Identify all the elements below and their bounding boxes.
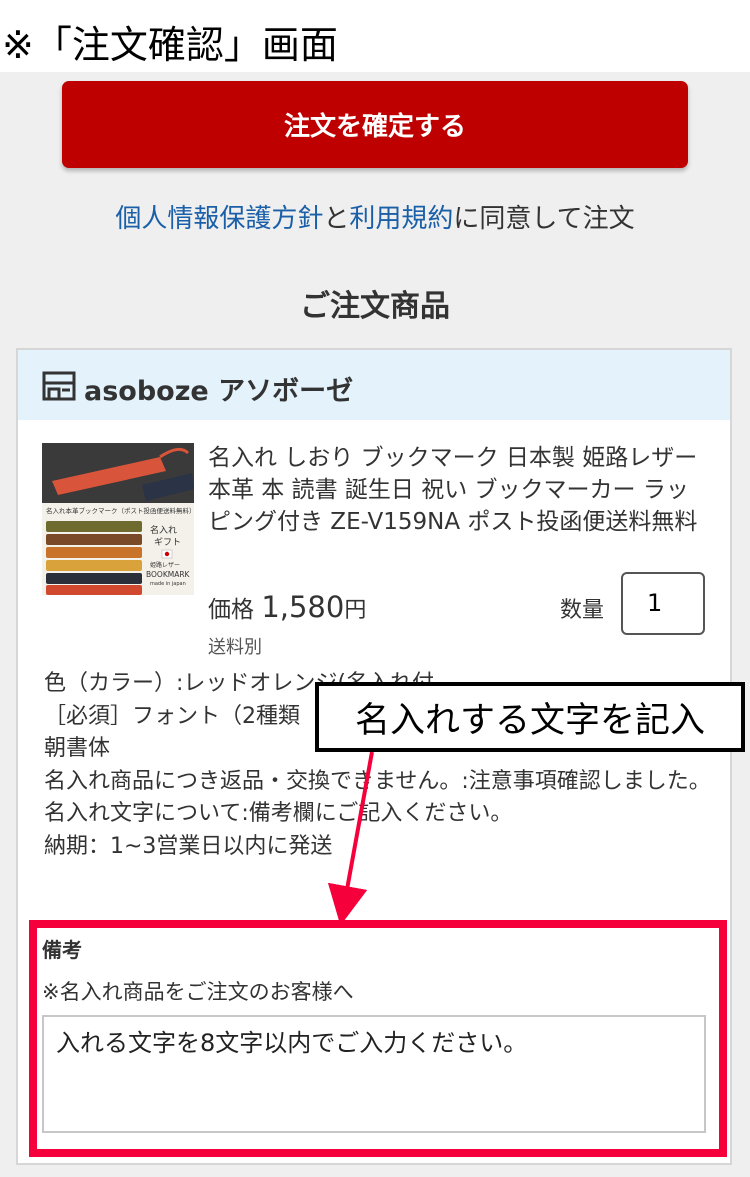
remarks-note: ※名入れ商品をご注文のお客様へ	[42, 980, 354, 1004]
option-line: 納期：1~3営業日以内に発送	[44, 833, 333, 859]
agreement-suffix: に同意して注文	[453, 204, 635, 234]
product-thumbnail[interactable]: 名入れ本革ブックマーク（ポスト投函便送料無料） 名入れ ギフト 姫路レザー BO…	[42, 443, 194, 595]
thumbnail-made-in: made in japan	[150, 581, 186, 587]
option-line: 名入れ商品につき返品・交換できません。:注意事項確認しました。	[44, 768, 711, 794]
annotation-callout: 名入れする文字を記入	[315, 682, 745, 752]
thumbnail-label-2: ギフト	[154, 537, 181, 548]
shop-header: asoboze アソボーゼ	[18, 350, 730, 420]
price-label: 価格	[208, 597, 254, 623]
remarks-textarea[interactable]: 入れる文字を8文字以内でご入力ください。	[42, 1015, 706, 1133]
remarks-title: 備考	[42, 938, 82, 962]
agreement-line: 個人情報保護方針と利用規約に同意して注文	[0, 198, 750, 235]
agreement-conjunction: と	[323, 204, 350, 234]
thumbnail-brand: BOOKMARK	[146, 570, 191, 579]
remarks-section: 備考 ※名入れ商品をご注文のお客様へ 入れる文字を8文字以内でご入力ください。	[30, 920, 716, 1152]
price-currency: 円	[344, 598, 367, 623]
thumbnail-banner-text: 名入れ本革ブックマーク（ポスト投函便送料無料）	[46, 506, 194, 515]
quantity-input[interactable]: 1	[621, 572, 705, 635]
product-name[interactable]: 名入れ しおり ブックマーク 日本製 姫路レザー 本革 本 読書 誕生日 祝い …	[208, 442, 708, 538]
price-amount: 1,580	[261, 590, 345, 624]
price: 価格 1,580円	[208, 590, 366, 624]
page-title: ※「注文確認」画面	[2, 23, 338, 67]
confirm-order-button[interactable]: 注文を確定する	[62, 81, 688, 168]
thumbnail-label-1: 名入れ	[150, 524, 177, 536]
quantity-label: 数量	[560, 598, 605, 623]
thumbnail-label-3: 姫路レザー	[150, 561, 180, 569]
page-header: ※「注文確認」画面	[0, 0, 750, 72]
privacy-policy-link[interactable]: 個人情報保護方針	[115, 204, 323, 234]
shop-name[interactable]: asoboze アソボーゼ	[84, 369, 353, 408]
store-icon	[42, 371, 76, 401]
terms-link[interactable]: 利用規約	[349, 204, 453, 234]
option-line: 名入れ文字について:備考欄にご記入ください。	[44, 801, 513, 826]
section-title: ご注文商品	[300, 289, 450, 324]
order-item-card: asoboze アソボーゼ 名入れ本革ブックマーク（ポスト投函便送料無料） 名入…	[16, 348, 732, 1165]
shipping-note: 送料別	[208, 637, 262, 658]
